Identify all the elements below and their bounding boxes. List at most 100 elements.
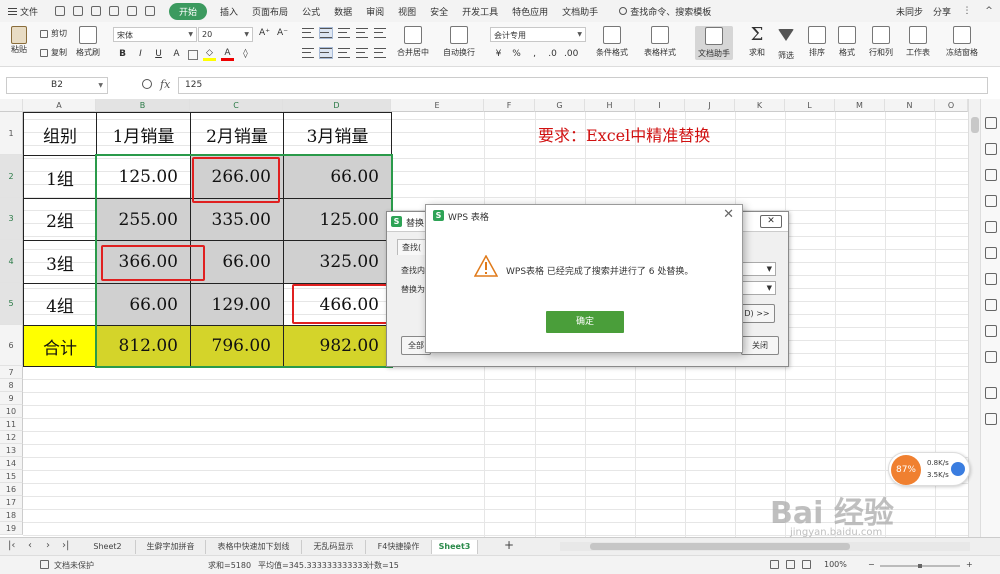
table-cell[interactable]: 125.00 xyxy=(96,155,191,199)
tab-insert[interactable]: 插入 xyxy=(220,5,238,18)
justify-icon[interactable] xyxy=(356,48,368,58)
table-cell[interactable]: 366.00 xyxy=(96,240,191,284)
tab-data[interactable]: 数据 xyxy=(334,5,352,18)
worksheet-button[interactable]: 工作表 xyxy=(906,26,930,58)
shape-icon[interactable] xyxy=(985,169,997,181)
cut-button[interactable]: 剪切 xyxy=(40,28,67,39)
last-sheet-icon[interactable]: ›| xyxy=(62,540,69,551)
page-view-icon[interactable] xyxy=(802,560,811,569)
tab-page-layout[interactable]: 页面布局 xyxy=(252,5,288,18)
table-cell[interactable]: 1组 xyxy=(23,155,97,199)
zoom-in-icon[interactable]: + xyxy=(966,560,973,569)
table-cell[interactable]: 4组 xyxy=(23,283,97,326)
row-header[interactable]: 2 xyxy=(0,155,23,198)
table-cell[interactable]: 66.00 xyxy=(283,155,392,199)
chart-icon[interactable] xyxy=(985,221,997,233)
zoom-slider[interactable] xyxy=(880,564,960,568)
network-speed-widget[interactable]: 87% 0.8K/s 3.5K/s xyxy=(888,452,970,486)
sort-button[interactable]: 排序 xyxy=(808,26,826,58)
total-label-cell[interactable]: 合计 xyxy=(23,325,97,367)
row-header[interactable]: 5 xyxy=(0,283,23,325)
conditional-format-button[interactable]: 条件格式 xyxy=(596,26,628,58)
filter-button[interactable]: 筛选 xyxy=(778,26,794,61)
row-header[interactable]: 3 xyxy=(0,198,23,240)
accelerate-icon[interactable] xyxy=(951,462,965,476)
tab-doc-helper[interactable]: 文档助手 xyxy=(562,5,598,18)
column-header[interactable]: C xyxy=(190,99,283,112)
number-format-select[interactable]: 会计专用 ▼ xyxy=(490,27,586,42)
strikethrough-icon[interactable]: A xyxy=(170,48,183,61)
table-style-button[interactable]: 表格样式 xyxy=(644,26,676,58)
table-header-cell[interactable]: 1月销量 xyxy=(96,112,191,156)
settings-icon[interactable] xyxy=(985,273,997,285)
protection-status[interactable]: 文档未保护 xyxy=(54,560,94,571)
row-header[interactable]: 9 xyxy=(0,392,23,405)
sum-button[interactable]: Σ 求和 xyxy=(748,26,766,58)
select-all-corner[interactable] xyxy=(0,99,23,112)
zoom-icon[interactable] xyxy=(142,79,152,89)
column-header[interactable]: I xyxy=(635,99,685,112)
decrease-decimal-icon[interactable]: .00 xyxy=(564,48,578,61)
row-header[interactable]: 15 xyxy=(0,470,23,483)
tab-review[interactable]: 审阅 xyxy=(366,5,384,18)
italic-icon[interactable]: I xyxy=(134,48,147,61)
undo-icon[interactable] xyxy=(127,6,138,16)
sheet-tab[interactable]: 无乱码显示 xyxy=(302,540,366,554)
table-cell[interactable]: 125.00 xyxy=(283,198,392,241)
prev-sheet-icon[interactable]: ‹ xyxy=(28,540,32,551)
close-icon[interactable]: ✕ xyxy=(723,207,734,222)
total-cell[interactable]: 812.00 xyxy=(96,325,191,367)
align-center-icon[interactable] xyxy=(319,47,333,59)
distributed-icon[interactable] xyxy=(374,48,386,58)
column-header[interactable]: D xyxy=(283,99,391,112)
sync-status[interactable]: 未同步 xyxy=(896,5,923,18)
sheet-tab[interactable]: 表格中快速加下划线 xyxy=(206,540,302,554)
table-header-cell[interactable]: 3月销量 xyxy=(283,112,392,156)
table-cell[interactable]: 129.00 xyxy=(190,283,284,326)
table-header-cell[interactable]: 2月销量 xyxy=(190,112,284,156)
name-box[interactable]: B2 ▼ xyxy=(6,77,108,94)
map-icon[interactable] xyxy=(985,325,997,337)
close-button[interactable]: 关闭 xyxy=(741,336,779,355)
save-icon[interactable] xyxy=(55,6,66,16)
options-button[interactable]: D) >> xyxy=(739,304,775,323)
share-button[interactable]: 分享 xyxy=(933,5,951,18)
row-header[interactable]: 19 xyxy=(0,522,23,535)
scroll-thumb[interactable] xyxy=(971,117,979,133)
row-header[interactable]: 1 xyxy=(0,112,23,155)
select-icon[interactable] xyxy=(985,117,997,129)
font-size-select[interactable]: 20 ▼ xyxy=(198,27,253,42)
preview-icon[interactable] xyxy=(109,6,120,16)
border-icon[interactable] xyxy=(188,49,198,60)
row-header[interactable]: 16 xyxy=(0,483,23,496)
sheet-tab[interactable]: 生僻字加拼音 xyxy=(136,540,206,554)
underline-icon[interactable]: U xyxy=(152,48,165,61)
column-header[interactable]: O xyxy=(935,99,968,112)
increase-decimal-icon[interactable]: .0 xyxy=(546,48,559,61)
row-header[interactable]: 18 xyxy=(0,509,23,522)
column-header[interactable]: L xyxy=(785,99,835,112)
sheet-tab[interactable]: F4快捷操作 xyxy=(366,540,432,554)
wrap-text-button[interactable]: 自动换行 xyxy=(443,26,475,58)
ok-button[interactable]: 确定 xyxy=(546,311,624,333)
table-icon[interactable] xyxy=(985,195,997,207)
column-header[interactable]: E xyxy=(391,99,484,112)
align-middle-icon[interactable] xyxy=(319,27,333,39)
column-header[interactable]: M xyxy=(835,99,885,112)
doc-helper-button[interactable]: 文档助手 xyxy=(695,26,733,60)
column-header[interactable]: J xyxy=(685,99,735,112)
freeze-panes-button[interactable]: 冻结窗格 xyxy=(946,26,978,58)
format-button[interactable]: 格式 xyxy=(838,26,856,58)
sheet-tab[interactable]: Sheet2 xyxy=(80,540,136,554)
tab-view[interactable]: 视图 xyxy=(398,5,416,18)
formula-input[interactable]: 125 xyxy=(178,77,988,94)
tab-formulas[interactable]: 公式 xyxy=(302,5,320,18)
table-cell[interactable]: 3组 xyxy=(23,240,97,284)
format-painter-button[interactable]: 格式刷 xyxy=(76,26,100,58)
column-header[interactable]: F xyxy=(484,99,535,112)
row-header[interactable]: 13 xyxy=(0,444,23,457)
zoom-out-icon[interactable]: − xyxy=(868,560,875,569)
indent-icon[interactable] xyxy=(374,28,386,38)
align-top-icon[interactable] xyxy=(302,28,314,38)
style-icon[interactable] xyxy=(985,143,997,155)
